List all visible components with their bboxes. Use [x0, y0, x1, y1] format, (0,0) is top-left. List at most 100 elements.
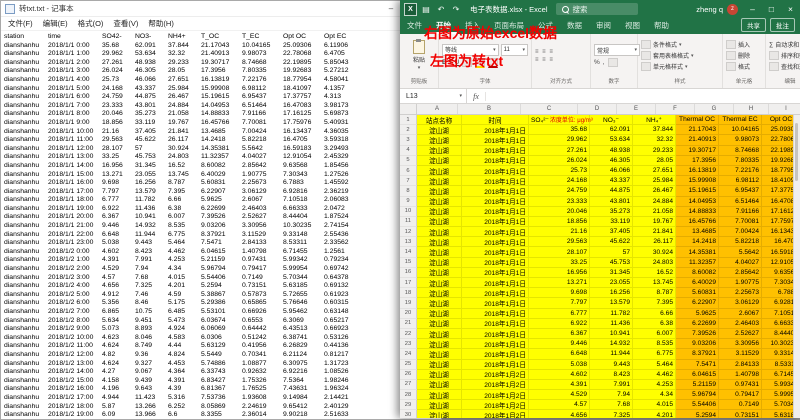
excel-cell[interactable]: 4.57 — [529, 400, 590, 410]
excel-cell[interactable]: 32.32 — [633, 135, 676, 145]
excel-cell[interactable]: 2018年1月1日 — [462, 298, 529, 308]
excel-cell[interactable]: 淀山湖 — [417, 288, 462, 298]
excel-cell[interactable]: 5.54406 — [676, 400, 719, 410]
excel-cell[interactable]: 21.17043 — [676, 125, 719, 135]
format-as-table-button[interactable]: 套用表格格式 ▾ — [641, 51, 719, 60]
excel-cell[interactable]: 37.844 — [633, 125, 676, 135]
row-number[interactable]: 12 — [400, 227, 417, 237]
tab-审阅[interactable]: 审阅 — [589, 18, 618, 34]
excel-cell[interactable]: 46.305 — [590, 156, 633, 166]
excel-cell[interactable]: 7.94 — [590, 390, 633, 400]
excel-cell[interactable]: 3.11529 — [719, 349, 762, 359]
excel-cell[interactable]: 6.22699 — [676, 319, 719, 329]
excel-cell[interactable]: 16.13819 — [676, 166, 719, 176]
paste-button[interactable]: 粘贴 ▾ — [413, 40, 425, 71]
excel-cell[interactable]: 27.261 — [529, 146, 590, 156]
excel-cell[interactable]: 29.962 — [529, 135, 590, 145]
row-number[interactable]: 15 — [400, 258, 417, 268]
excel-cell[interactable]: 37.405 — [590, 227, 633, 237]
excel-cell[interactable]: 淀山湖 — [417, 400, 462, 410]
excel-cell[interactable]: 29.563 — [529, 237, 590, 247]
excel-cell[interactable]: 2018年1月1日 — [462, 146, 529, 156]
excel-cell[interactable]: 29.233 — [633, 146, 676, 156]
excel-cell[interactable]: 9.98073 — [719, 135, 762, 145]
excel-cell[interactable]: 0.97431 — [719, 380, 762, 390]
excel-cell[interactable]: 28.05 — [633, 156, 676, 166]
excel-cell[interactable]: 6.922 — [529, 319, 590, 329]
excel-cell[interactable]: 2018年1月1日 — [462, 288, 529, 298]
excel-cell[interactable]: 0.73151 — [719, 410, 762, 418]
excel-cell[interactable]: 2018年1月2日 — [462, 390, 529, 400]
excel-cell[interactable]: 4.462 — [633, 370, 676, 380]
tab-帮助[interactable]: 帮助 — [647, 18, 676, 34]
excel-cell[interactable]: 11.782 — [590, 309, 633, 319]
excel-cell[interactable]: 5.5642 — [719, 247, 762, 257]
excel-cell[interactable]: 15.99908 — [676, 176, 719, 186]
excel-cell[interactable]: 15.19615 — [676, 186, 719, 196]
column-header-G[interactable]: G — [695, 104, 734, 114]
excel-cell[interactable]: NH₄⁺ — [633, 115, 676, 125]
excel-cell[interactable]: 24.803 — [633, 258, 676, 268]
excel-cell[interactable]: 23.055 — [590, 278, 633, 288]
excel-cell[interactable]: SO₄²⁻浓度单位: μg/m³ — [529, 115, 590, 125]
column-header-A[interactable]: A — [417, 104, 458, 114]
excel-cell[interactable]: 21.841 — [633, 227, 676, 237]
excel-cell[interactable]: 2018年1月2日 — [462, 400, 529, 410]
cell-styles-button[interactable]: 单元格样式 ▾ — [641, 62, 719, 71]
excel-cell[interactable]: 13.745 — [633, 278, 676, 288]
excel-cell[interactable]: 7.39526 — [676, 329, 719, 339]
excel-cell[interactable]: 4.201 — [633, 410, 676, 418]
excel-cell[interactable]: 9.443 — [590, 360, 633, 370]
excel-cell[interactable]: 淀山湖 — [417, 268, 462, 278]
excel-cell[interactable]: 淀山湖 — [417, 247, 462, 257]
column-header-D[interactable]: D — [578, 104, 617, 114]
excel-cell[interactable]: 2018年1月1日 — [462, 125, 529, 135]
format-cells-button[interactable]: 格式 — [726, 62, 762, 71]
row-number[interactable]: 10 — [400, 207, 417, 217]
excel-cell[interactable]: 2018年1月1日 — [462, 186, 529, 196]
excel-cell[interactable]: 淀山湖 — [417, 146, 462, 156]
insert-cells-button[interactable]: 插入 — [726, 40, 762, 49]
row-number[interactable]: 1 — [400, 115, 417, 125]
name-box[interactable]: L13 ▾ — [400, 89, 467, 103]
excel-cell[interactable]: 8.535 — [633, 339, 676, 349]
excel-cell[interactable]: 淀山湖 — [417, 410, 462, 418]
undo-icon[interactable]: ↶ — [435, 5, 447, 14]
excel-cell[interactable]: 28.107 — [529, 247, 590, 257]
excel-cell[interactable]: 2018年1月1日 — [462, 217, 529, 227]
excel-cell[interactable]: 2018年1月1日 — [462, 360, 529, 370]
excel-cell[interactable]: 9.446 — [529, 339, 590, 349]
excel-cell[interactable]: 淀山湖 — [417, 309, 462, 319]
excel-cell[interactable]: 淀山湖 — [417, 207, 462, 217]
excel-cell[interactable]: 21.40913 — [676, 135, 719, 145]
menu-item[interactable]: 文件(F) — [3, 18, 38, 29]
excel-cell[interactable]: 2018年1月2日 — [462, 410, 529, 418]
excel-cell[interactable]: 淀山湖 — [417, 278, 462, 288]
excel-cell[interactable]: 2.85642 — [719, 268, 762, 278]
share-button[interactable]: 共享 — [741, 18, 766, 32]
excel-cell[interactable]: 8.37921 — [676, 349, 719, 359]
excel-cell[interactable]: 淀山湖 — [417, 370, 462, 380]
excel-cell[interactable]: 2.6067 — [719, 309, 762, 319]
excel-cell[interactable]: 5.2594 — [676, 410, 719, 418]
excel-cell[interactable]: 站点名称 — [417, 115, 462, 125]
excel-cell[interactable]: 46.066 — [590, 166, 633, 176]
excel-cell[interactable]: 4.602 — [529, 370, 590, 380]
excel-cell[interactable]: 淀山湖 — [417, 258, 462, 268]
excel-cell[interactable]: 2018年1月1日 — [462, 247, 529, 257]
minimize-button[interactable]: – — [743, 0, 762, 18]
excel-cell[interactable]: 2018年1月1日 — [462, 227, 529, 237]
excel-cell[interactable]: 7.70081 — [719, 217, 762, 227]
minimize-button[interactable]: – — [381, 1, 401, 16]
excel-cell[interactable]: 淀山湖 — [417, 339, 462, 349]
column-header-F[interactable]: F — [656, 104, 695, 114]
excel-cell[interactable]: 19.767 — [633, 217, 676, 227]
row-number[interactable]: 29 — [400, 400, 417, 410]
excel-cell[interactable]: 2018年1月1日 — [462, 166, 529, 176]
excel-cell[interactable]: 13.4685 — [676, 227, 719, 237]
sort-filter-button[interactable]: 排序和筛选 — [769, 51, 800, 60]
row-number[interactable]: 2 — [400, 125, 417, 135]
excel-cell[interactable]: 淀山湖 — [417, 237, 462, 247]
excel-cell[interactable]: 14.04953 — [676, 197, 719, 207]
excel-cell[interactable]: 淀山湖 — [417, 135, 462, 145]
